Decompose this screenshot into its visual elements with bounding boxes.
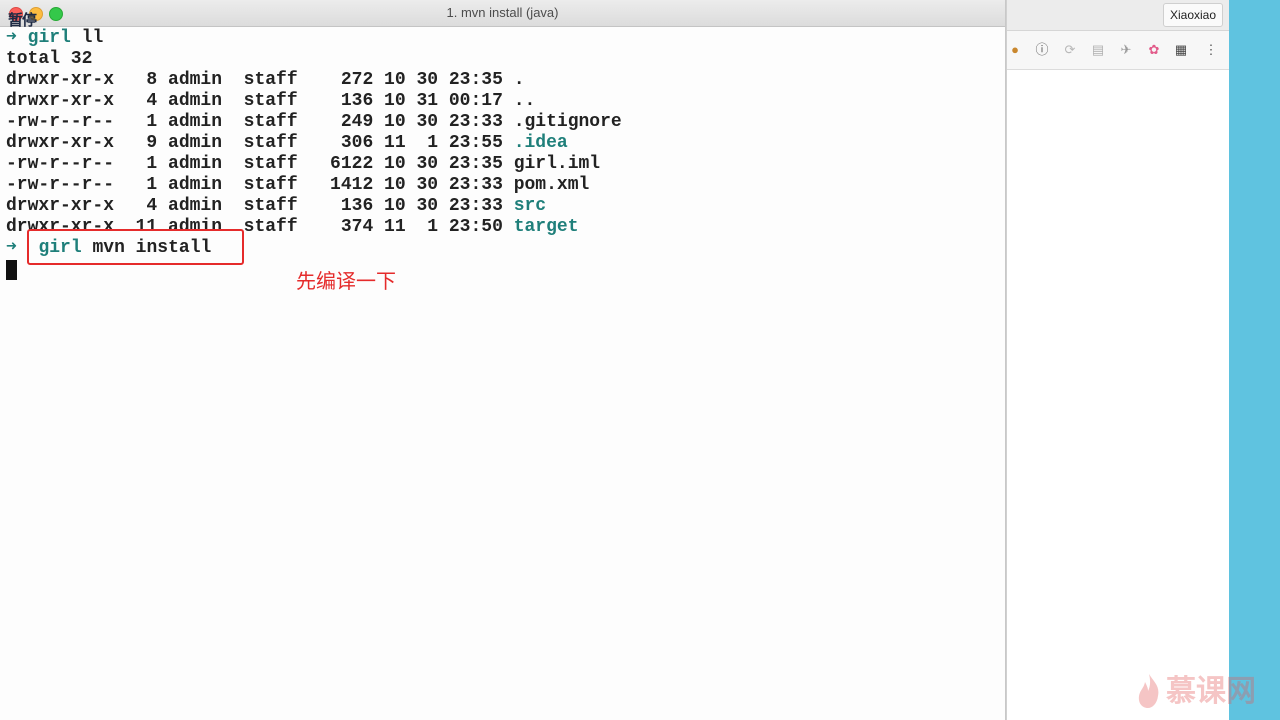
text-cursor <box>6 260 17 280</box>
listing-row-meta: -rw-r--r-- 1 admin staff 1412 10 30 23:3… <box>6 175 514 195</box>
listing-row: drwxr-xr-x 9 admin staff 306 11 1 23:55 … <box>6 133 1005 154</box>
listing-row-meta: -rw-r--r-- 1 admin staff 249 10 30 23:33 <box>6 112 514 132</box>
prompt-directory: girl <box>27 28 71 48</box>
profile-button[interactable]: Xiaoxiao <box>1162 3 1223 27</box>
more-vertical-icon[interactable]: ⋮ <box>1203 42 1219 58</box>
info-icon[interactable]: ⓘ <box>1034 42 1050 58</box>
color-wheel-icon[interactable]: ✿ <box>1146 42 1162 58</box>
listing-row-name: target <box>513 217 579 237</box>
command-text: ll <box>70 28 104 48</box>
annotation-text: 先编译一下 <box>296 269 396 293</box>
browser-topbar: Xiaoxiao <box>1007 0 1229 31</box>
prompt-arrow-icon: ➜ <box>6 28 17 48</box>
highlight-box <box>27 229 244 265</box>
listing-row: drwxr-xr-x 8 admin staff 272 10 30 23:35… <box>6 70 1005 91</box>
flame-logo-icon <box>1138 674 1159 708</box>
qr-code-icon[interactable]: ▦ <box>1173 42 1189 58</box>
command-line-1: ➜ girl ll <box>6 28 1005 49</box>
prompt-arrow-icon: ➜ <box>6 238 17 258</box>
listing-row-name: . <box>513 70 525 90</box>
listing-row: -rw-r--r-- 1 admin staff 6122 10 30 23:3… <box>6 154 1005 175</box>
listing-row-name: pom.xml <box>513 175 590 195</box>
browser-extension-toolbar: ● ⓘ ⟳ ▤ ✈ ✿ ▦ ⋮ <box>1007 31 1229 70</box>
listing-row-name: .idea <box>513 133 568 153</box>
listing-row-name: src <box>513 196 547 216</box>
listing-row-meta: drwxr-xr-x 9 admin staff 306 11 1 23:55 <box>6 133 514 153</box>
listing-row: -rw-r--r-- 1 admin staff 1412 10 30 23:3… <box>6 175 1005 196</box>
terminal-titlebar[interactable]: 1. mvn install (java) 暂停 <box>0 0 1005 29</box>
listing-row-meta: drwxr-xr-x 8 admin staff 272 10 30 23:35 <box>6 70 514 90</box>
terminal-window: 1. mvn install (java) 暂停 ➜ girl ll total… <box>0 0 1006 720</box>
directory-listing: drwxr-xr-x 8 admin staff 272 10 30 23:35… <box>6 70 1005 238</box>
watermark-logo: 慕课网 <box>1166 674 1256 709</box>
sync-icon[interactable]: ⟳ <box>1062 42 1078 58</box>
listing-row: drwxr-xr-x 4 admin staff 136 10 31 00:17… <box>6 91 1005 112</box>
bird-icon[interactable]: ✈ <box>1118 42 1134 58</box>
desktop-background <box>1228 0 1280 720</box>
background-browser-window: Xiaoxiao ● ⓘ ⟳ ▤ ✈ ✿ ▦ ⋮ <box>1006 0 1229 720</box>
listing-row: drwxr-xr-x 4 admin staff 136 10 30 23:33… <box>6 196 1005 217</box>
listing-row-name: .gitignore <box>513 112 622 132</box>
cookie-icon[interactable]: ● <box>1007 42 1023 58</box>
listing-row-meta: drwxr-xr-x 4 admin staff 136 10 31 00:17 <box>6 91 514 111</box>
total-line: total 32 <box>6 49 93 69</box>
page-icon[interactable]: ▤ <box>1090 42 1106 58</box>
listing-row-name: girl.iml <box>513 154 601 174</box>
listing-row-meta: drwxr-xr-x 4 admin staff 136 10 30 23:33 <box>6 196 514 216</box>
listing-row: -rw-r--r-- 1 admin staff 249 10 30 23:33… <box>6 112 1005 133</box>
terminal-output[interactable]: ➜ girl ll total 32 drwxr-xr-x 8 admin st… <box>6 28 1005 720</box>
listing-row-name: .. <box>513 91 536 111</box>
window-title: 1. mvn install (java) <box>446 5 559 20</box>
listing-row-meta: -rw-r--r-- 1 admin staff 6122 10 30 23:3… <box>6 154 514 174</box>
pause-overlay-label: 暂停 <box>8 12 37 29</box>
